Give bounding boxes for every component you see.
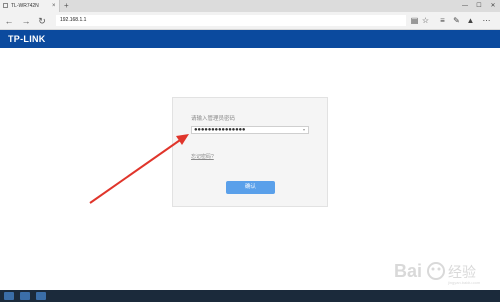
taskbar-app-icon[interactable] bbox=[20, 292, 30, 300]
browser-tab[interactable]: TL-WR742N × bbox=[0, 0, 60, 12]
svg-text:Bai: Bai bbox=[394, 261, 422, 281]
browser-tab-bar: TL-WR742N × + — ☐ ✕ bbox=[0, 0, 500, 12]
taskbar bbox=[0, 290, 500, 302]
confirm-button[interactable]: 确认 bbox=[226, 181, 275, 194]
web-note-icon[interactable]: ✎ bbox=[451, 12, 462, 30]
svg-text:jingyan.baidu.com: jingyan.baidu.com bbox=[447, 280, 481, 285]
baidu-jingyan-watermark: Bai 经验 jingyan.baidu.com bbox=[394, 261, 481, 285]
forward-button[interactable]: → bbox=[20, 12, 32, 30]
favorite-star-icon[interactable]: ☆ bbox=[420, 12, 431, 30]
page-icon bbox=[3, 3, 8, 8]
tab-title: TL-WR742N bbox=[11, 3, 39, 9]
new-tab-button[interactable]: + bbox=[64, 0, 69, 12]
password-input[interactable]: ●●●●●●●●●●●●●●● ▾ bbox=[191, 126, 309, 134]
minimize-button[interactable]: — bbox=[458, 0, 472, 12]
close-window-button[interactable]: ✕ bbox=[486, 0, 500, 12]
tp-link-logo: TP-LINK bbox=[8, 34, 46, 44]
taskbar-app-icon[interactable] bbox=[36, 292, 46, 300]
share-icon[interactable]: ▲ bbox=[465, 12, 476, 30]
password-masked-value: ●●●●●●●●●●●●●●● bbox=[194, 127, 246, 133]
arrow-shaft bbox=[89, 137, 184, 204]
back-button[interactable]: ← bbox=[3, 12, 15, 30]
refresh-button[interactable]: ↻ bbox=[36, 12, 48, 30]
svg-text:经验: 经验 bbox=[448, 265, 476, 281]
login-panel: 请输入管理员密码 ●●●●●●●●●●●●●●● ▾ 忘记密码? 确认 bbox=[172, 97, 328, 207]
chevron-down-icon: ▾ bbox=[302, 127, 305, 132]
hub-icon[interactable]: ≡ bbox=[437, 12, 448, 30]
reading-view-icon[interactable]: ▤ bbox=[409, 12, 420, 30]
password-prompt: 请输入管理员密码 bbox=[191, 116, 236, 122]
start-icon[interactable] bbox=[4, 292, 14, 300]
router-header: TP-LINK bbox=[0, 30, 500, 48]
close-tab-icon[interactable]: × bbox=[52, 1, 56, 11]
more-icon[interactable]: ⋯ bbox=[481, 12, 492, 30]
browser-address-bar: ← → ↻ 192.168.1.1 ▤ ☆ ≡ ✎ ▲ ⋯ bbox=[0, 12, 500, 30]
window-controls: — ☐ ✕ bbox=[458, 0, 500, 12]
url-text: 192.168.1.1 bbox=[60, 17, 87, 23]
maximize-button[interactable]: ☐ bbox=[472, 0, 486, 12]
forgot-password-link[interactable]: 忘记密码? bbox=[191, 153, 214, 161]
url-field[interactable]: 192.168.1.1 bbox=[56, 15, 406, 26]
